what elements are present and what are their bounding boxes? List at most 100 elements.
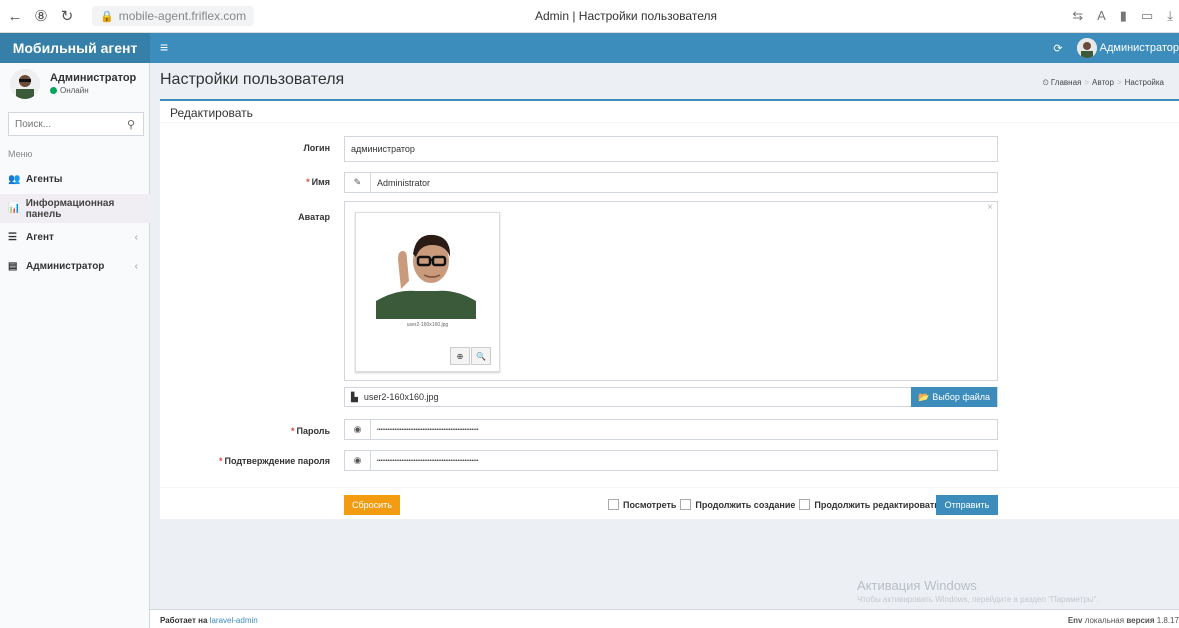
password-field[interactable]: ◉ ••••••••••••••••••••••••••••••••••••••… (344, 419, 998, 440)
avatar-preview-area: × user2-160x160.jpg ⊕ 🔍 (344, 201, 998, 381)
read-aloud-icon[interactable]: A (1097, 8, 1106, 24)
list-icon: ☰ (8, 232, 17, 243)
translate-icon[interactable]: ⇆ (1072, 8, 1083, 24)
user-panel: Администратор Онлайн (0, 63, 149, 105)
bar-chart-icon: 📊 (8, 203, 21, 214)
file-icon: ▙ (351, 391, 358, 402)
submit-button[interactable]: Отправить (936, 495, 998, 515)
env-label: Env (1067, 616, 1083, 625)
pencil-icon: ✎ (345, 173, 371, 192)
continue-edit-checkbox[interactable] (799, 499, 811, 510)
avatar-label-text: Аватар (298, 212, 330, 222)
sidebar-item-agents[interactable]: 👥 Агенты (0, 165, 150, 194)
sidebar-menu: 👥 Агенты 📊 Информационная панель ☰ Агент… (0, 165, 150, 281)
user-status: Онлайн (50, 86, 89, 95)
online-status-icon (50, 87, 57, 95)
folder-open-icon: 📂 (917, 391, 930, 402)
view-checkbox-label: Посмотреть (623, 499, 677, 510)
address-bar[interactable]: 🔒 mobile-agent.friflex.com (92, 6, 255, 26)
page-title: Настройки пользователя (160, 71, 345, 88)
sidebar-search: ⚲ (8, 112, 144, 136)
header-avatar (1076, 38, 1097, 58)
continue-create-label: Продолжить создание (695, 499, 796, 510)
version-label: версия (1126, 616, 1155, 625)
breadcrumb-author[interactable]: Автор (1092, 78, 1114, 87)
env-value: локальная (1084, 616, 1125, 625)
choose-file-button[interactable]: 📂 Выбор файла (911, 387, 997, 407)
address-text: mobile-agent.friflex.com (118, 9, 247, 23)
breadcrumb-home[interactable]: Главная (1051, 78, 1081, 87)
continue-create-checkbox[interactable] (680, 499, 692, 510)
tab-title: Admin | Настройки пользователя (535, 9, 717, 23)
close-icon[interactable]: × (987, 202, 993, 213)
confirm-password-field[interactable]: ◉ ••••••••••••••••••••••••••••••••••••••… (344, 450, 998, 471)
users-icon: 👥 (8, 174, 21, 185)
search-input[interactable] (15, 118, 115, 130)
collections-icon[interactable]: ▭ (1141, 8, 1153, 24)
sidebar-toggle-icon[interactable]: ≡ (160, 39, 168, 55)
zoom-icon[interactable]: 🔍 (471, 347, 491, 365)
download-icon[interactable]: ⤓ (1167, 8, 1173, 24)
breadcrumb: ⏲ Главная > Автор > Настройка (1042, 78, 1164, 87)
name-label: * Имя (306, 177, 330, 187)
windows-activation-text: Чтобы активировать Windows, перейдите в … (857, 595, 1099, 604)
sidebar-item-label: Агент (26, 232, 54, 243)
reset-button[interactable]: Сбросить (344, 495, 400, 515)
view-checkbox[interactable] (608, 499, 619, 510)
eye-slash-icon: ◉ (345, 451, 371, 470)
sidebar-item-label: Агенты (26, 174, 63, 185)
sidebar-item-agent[interactable]: ☰ Агент ‹ (0, 223, 150, 252)
avatar-tools: ⊕ 🔍 (450, 347, 491, 365)
sidebar-avatar (10, 69, 40, 99)
menu-header: Меню (8, 149, 33, 159)
powered-by-text: Работает на (160, 616, 208, 625)
browser-toolbar: ← ⑧ ↻ 🔒 mobile-agent.friflex.com Admin |… (0, 0, 1179, 33)
form-footer: Сбросить Посмотреть Продолжить создание … (160, 487, 1179, 521)
header-user-name: Администратор (1099, 41, 1179, 54)
laravel-admin-link[interactable]: laravel-admin (210, 616, 258, 625)
tasks-icon: ▤ (8, 261, 18, 272)
edit-box: Редактировать Логин администратор * Имя ✎… (160, 99, 1179, 519)
browser-info-icon[interactable]: ⑧ (30, 7, 52, 25)
user-menu[interactable]: Администратор (1076, 38, 1179, 58)
version-value: 1.8.17 (1156, 616, 1179, 625)
back-icon[interactable]: ← (4, 8, 26, 25)
avatar-thumbnail: user2-160x160.jpg ⊕ 🔍 (355, 212, 500, 372)
reload-icon[interactable]: ↻ (56, 7, 78, 25)
login-field[interactable]: администратор (344, 136, 998, 162)
file-name: user2-160x160.jpg (363, 392, 439, 402)
upload-icon[interactable]: ⊕ (450, 347, 470, 365)
box-title: Редактировать (160, 101, 1179, 123)
avatar-image (376, 219, 476, 319)
logo[interactable]: Мобильный агент (0, 33, 150, 63)
confirm-password-label: * Подтверждение пароля (218, 456, 330, 466)
content-header: Настройки пользователя (160, 71, 344, 89)
sidebar: Администратор Онлайн ⚲ Меню 👥 Агенты 📊 И… (0, 63, 150, 628)
login-value: администратор (351, 144, 415, 154)
name-value: Administrator (377, 177, 431, 188)
search-icon[interactable]: ⚲ (127, 118, 135, 131)
breadcrumb-settings: Настройка (1124, 78, 1164, 87)
avatar-caption: user2-160x160.jpg (406, 322, 449, 328)
sidebar-item-dashboard[interactable]: 📊 Информационная панель (0, 194, 150, 223)
sidebar-item-admin[interactable]: ▤ Администратор ‹ (0, 252, 150, 281)
lock-icon: 🔒 (100, 10, 114, 23)
choose-file-label: Выбор файла (932, 392, 991, 402)
continue-edit-label: Продолжить редактировать (814, 499, 940, 510)
sidebar-user-name: Администратор (50, 72, 137, 84)
name-field[interactable]: ✎ Administrator (344, 172, 998, 193)
password-label: * Пароль (290, 426, 331, 436)
after-save-options: Посмотреть Продолжить создание Продолжит… (604, 499, 940, 510)
eye-slash-icon: ◉ (345, 420, 371, 439)
dashboard-icon: ⏲ (1042, 78, 1049, 87)
refresh-icon[interactable]: ⟳ (1053, 42, 1062, 55)
password-label-text: Пароль (296, 426, 331, 436)
confirm-password-value: ••••••••••••••••••••••••••••••••••••••••… (377, 457, 479, 464)
sidebar-item-label: Администратор (26, 261, 105, 272)
chevron-left-icon: ‹ (134, 261, 138, 272)
password-value: ••••••••••••••••••••••••••••••••••••••••… (377, 426, 479, 433)
bookmark-icon[interactable]: ▮ (1120, 8, 1127, 24)
login-label-text: Логин (303, 143, 330, 153)
file-input[interactable]: ▙ user2-160x160.jpg 📂 Выбор файла (344, 387, 998, 407)
windows-activation-title: Активация Windows (857, 578, 977, 593)
